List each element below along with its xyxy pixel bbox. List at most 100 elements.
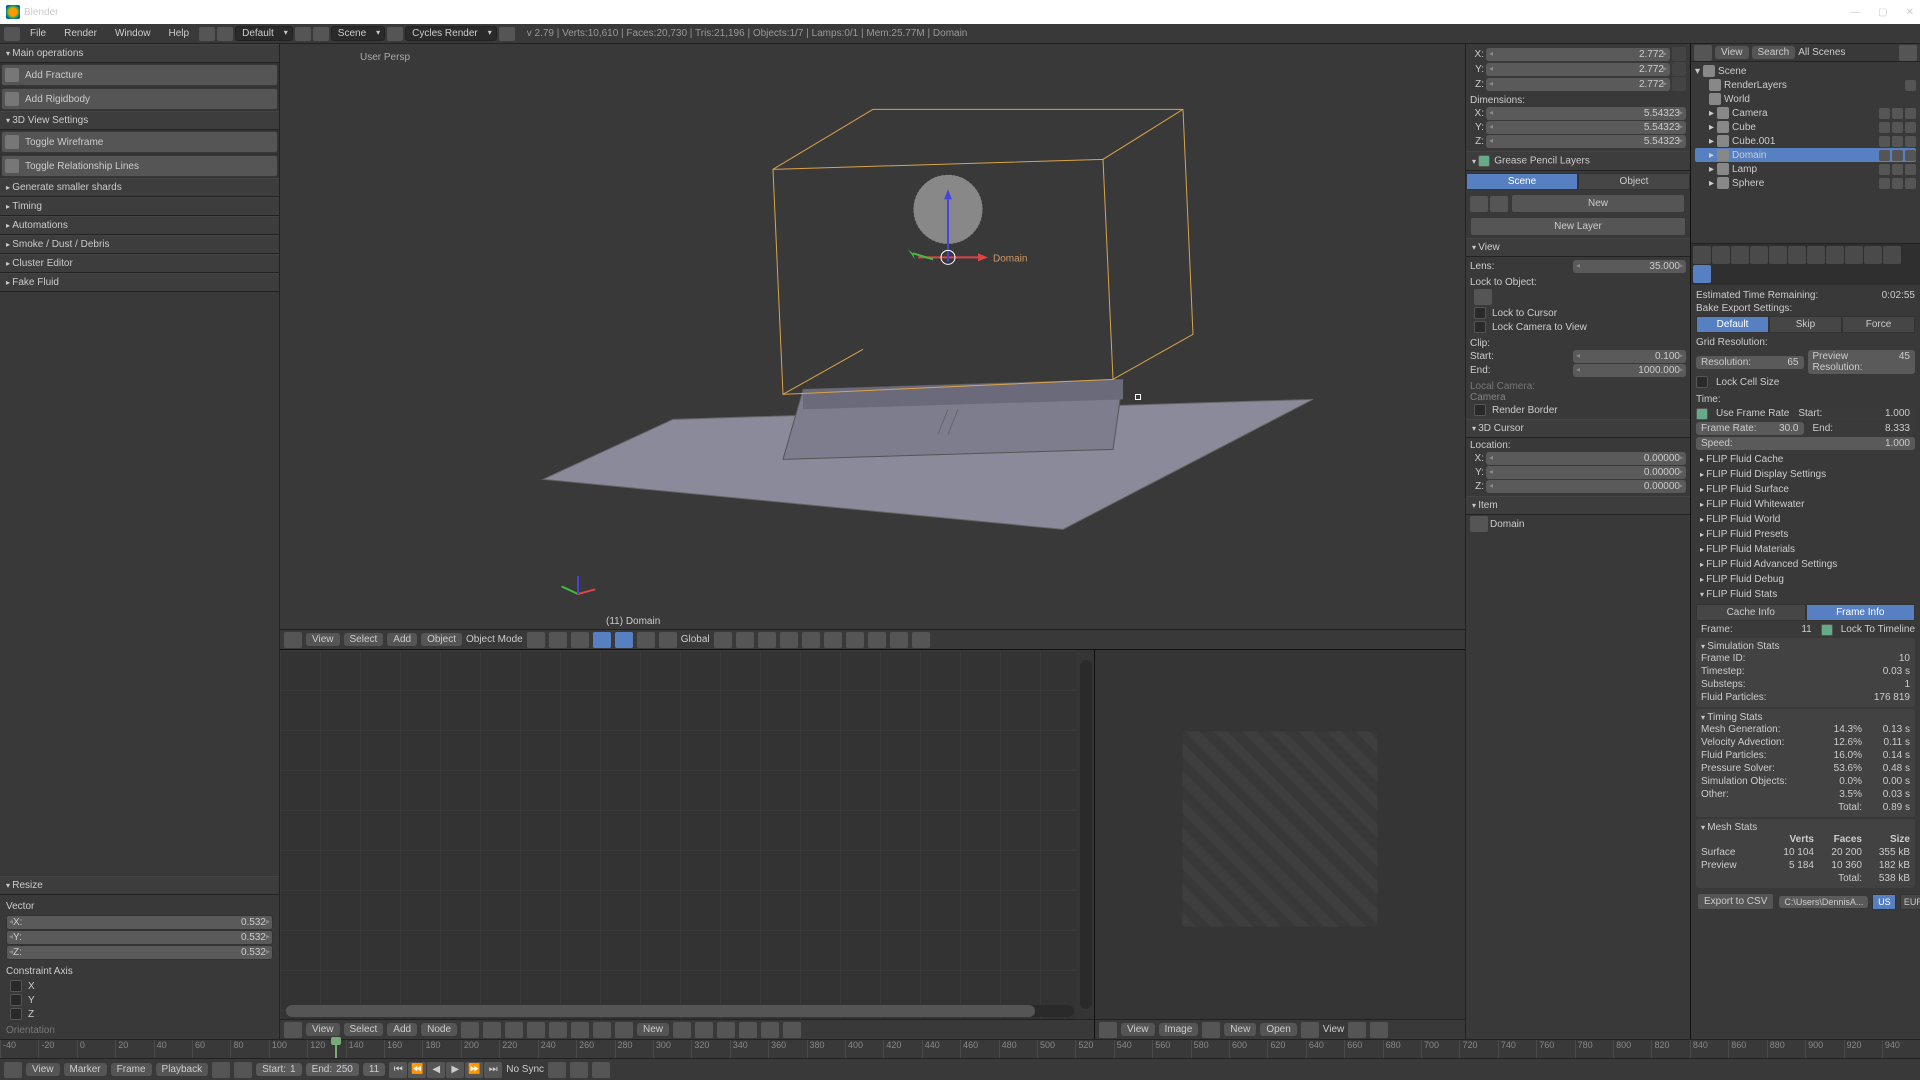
outliner-editor-icon[interactable] bbox=[1694, 45, 1712, 61]
timeline-current-field[interactable]: 11 bbox=[363, 1063, 385, 1076]
section-flip-cache[interactable]: FLIP Fluid Cache bbox=[1696, 452, 1915, 467]
panel-3d-cursor[interactable]: 3D Cursor bbox=[1466, 419, 1690, 438]
timeline-editor-icon[interactable] bbox=[4, 1062, 22, 1078]
lock-y-icon[interactable] bbox=[1672, 62, 1686, 76]
play-forward-icon[interactable]: ▶ bbox=[446, 1062, 464, 1078]
panel-view[interactable]: View bbox=[1466, 238, 1690, 257]
toggle-wireframe-button[interactable]: Toggle Wireframe bbox=[1, 131, 278, 153]
keyframe-prev-icon[interactable]: ⏪ bbox=[408, 1062, 426, 1078]
prop-tab-layers-icon[interactable] bbox=[1712, 246, 1730, 264]
img-channels-icon[interactable] bbox=[1348, 1022, 1366, 1038]
transform-orientation-dropdown[interactable]: Global bbox=[681, 634, 710, 645]
window-maximize-icon[interactable]: ▢ bbox=[1878, 7, 1887, 18]
3d-viewport[interactable]: User Persp Domain bbox=[280, 44, 1465, 629]
opengl-render-icon[interactable] bbox=[890, 632, 908, 648]
node-menu-node[interactable]: Node bbox=[421, 1023, 457, 1036]
mesh-stats-header[interactable]: Mesh Stats bbox=[1701, 822, 1910, 833]
lock-timeline-checkbox[interactable] bbox=[1821, 624, 1833, 636]
outliner-display-dropdown[interactable]: All Scenes bbox=[1798, 47, 1896, 58]
view3d-menu-select[interactable]: Select bbox=[344, 633, 384, 646]
timeline-range-icon[interactable] bbox=[212, 1062, 230, 1078]
transform-y-field[interactable]: 2.772 bbox=[1486, 63, 1670, 76]
dim-y-field[interactable]: 5.54323 bbox=[1486, 121, 1686, 134]
node-tree-type-compositor-icon[interactable] bbox=[483, 1022, 501, 1038]
frame-rate-field[interactable]: Frame Rate:30.0 bbox=[1696, 422, 1804, 435]
img-menu-image[interactable]: Image bbox=[1159, 1023, 1199, 1036]
menu-window[interactable]: Window bbox=[107, 28, 159, 39]
outliner-world[interactable]: World bbox=[1695, 92, 1916, 106]
snap-toggle-icon[interactable] bbox=[824, 632, 842, 648]
local-camera-dropdown[interactable]: Camera bbox=[1470, 392, 1686, 403]
shading-solid-icon[interactable] bbox=[527, 632, 545, 648]
timeline-autoplay-icon[interactable] bbox=[234, 1062, 252, 1078]
timeline-end-field[interactable]: End:250 bbox=[306, 1063, 359, 1076]
manipulator-toggle-icon[interactable] bbox=[593, 632, 611, 648]
node-pin-icon[interactable] bbox=[695, 1022, 713, 1038]
vis-render-icon[interactable] bbox=[1905, 164, 1916, 175]
panel-grease-pencil[interactable]: Grease Pencil Layers bbox=[1466, 151, 1690, 171]
speed-field[interactable]: Speed:1.000 bbox=[1696, 437, 1915, 450]
play-reverse-icon[interactable]: ◀ bbox=[427, 1062, 445, 1078]
constraint-x-checkbox[interactable] bbox=[10, 980, 22, 992]
outliner-filter-icon[interactable] bbox=[1899, 45, 1917, 61]
transform-x-field[interactable]: 2.772 bbox=[1486, 48, 1670, 61]
node-shader-object-icon[interactable] bbox=[527, 1022, 545, 1038]
img-mode-dropdown[interactable]: View bbox=[1323, 1024, 1345, 1035]
shading-wireframe-icon[interactable] bbox=[549, 632, 567, 648]
keyframe-next-icon[interactable]: ⏩ bbox=[465, 1062, 483, 1078]
panel-automations[interactable]: Automations bbox=[0, 216, 279, 235]
layer-2-icon[interactable] bbox=[736, 632, 754, 648]
pivot-center-icon[interactable] bbox=[571, 632, 589, 648]
layer-1-icon[interactable] bbox=[714, 632, 732, 648]
lock-x-icon[interactable] bbox=[1672, 47, 1686, 61]
node-backdrop-icon[interactable] bbox=[717, 1022, 735, 1038]
outliner-cube[interactable]: ▸Cube bbox=[1695, 120, 1916, 134]
scene-browse-icon[interactable] bbox=[313, 27, 329, 41]
lock-cell-checkbox[interactable] bbox=[1696, 376, 1708, 388]
layout-add-icon[interactable] bbox=[295, 27, 311, 41]
vis-render-icon[interactable] bbox=[1905, 122, 1916, 133]
vis-select-icon[interactable] bbox=[1892, 178, 1903, 189]
img-browse-icon[interactable] bbox=[1202, 1022, 1220, 1038]
transform-z-field[interactable]: 2.772 bbox=[1486, 78, 1670, 91]
timeline-ruler[interactable]: -40-200204060801001201401601802002202402… bbox=[0, 1039, 1920, 1058]
lens-field[interactable]: 35.000 bbox=[1573, 260, 1686, 273]
timeline-menu-playback[interactable]: Playback bbox=[156, 1063, 209, 1076]
resolution-field[interactable]: Resolution:65 bbox=[1696, 356, 1804, 369]
vis-select-icon[interactable] bbox=[1892, 108, 1903, 119]
view3d-menu-view[interactable]: View bbox=[306, 633, 340, 646]
layer-5-icon[interactable] bbox=[802, 632, 820, 648]
img-open-button[interactable]: Open bbox=[1260, 1023, 1296, 1036]
section-flip-world[interactable]: FLIP Fluid World bbox=[1696, 512, 1915, 527]
auto-keyframe-icon[interactable] bbox=[548, 1062, 566, 1078]
node-menu-add[interactable]: Add bbox=[387, 1023, 417, 1036]
node-material-sphere-icon[interactable] bbox=[615, 1022, 633, 1038]
timeline-start-field[interactable]: Start:1 bbox=[256, 1063, 301, 1076]
add-rigidbody-button[interactable]: Add Rigidbody bbox=[1, 88, 278, 110]
snap-target-icon[interactable] bbox=[846, 632, 864, 648]
section-flip-display[interactable]: FLIP Fluid Display Settings bbox=[1696, 467, 1915, 482]
image-editor-area[interactable]: View Image New Open View bbox=[1095, 650, 1465, 1039]
node-editor-selector-icon[interactable] bbox=[284, 1022, 302, 1038]
timeline-menu-marker[interactable]: Marker bbox=[64, 1063, 107, 1076]
render-border-checkbox[interactable] bbox=[1474, 404, 1486, 416]
node-shader-world-icon[interactable] bbox=[549, 1022, 567, 1038]
node-use-nodes-icon[interactable] bbox=[673, 1022, 691, 1038]
prop-tab-scene-icon[interactable] bbox=[1731, 246, 1749, 264]
vis-select-icon[interactable] bbox=[1892, 122, 1903, 133]
simulation-stats-header[interactable]: Simulation Stats bbox=[1701, 641, 1910, 652]
node-hscroll[interactable] bbox=[286, 1005, 1074, 1017]
export-path-field[interactable]: C:\Users\DennisA... bbox=[1779, 896, 1868, 908]
scene-add-icon[interactable] bbox=[387, 27, 403, 41]
panel-generate-shards[interactable]: Generate smaller shards bbox=[0, 178, 279, 197]
window-minimize-icon[interactable]: — bbox=[1850, 7, 1860, 18]
outliner-scene[interactable]: ▾Scene bbox=[1695, 64, 1916, 78]
panel-item[interactable]: Item bbox=[1466, 496, 1690, 515]
node-snap-icon[interactable] bbox=[761, 1022, 779, 1038]
constraint-z-checkbox[interactable] bbox=[10, 1008, 22, 1020]
panel-3d-view-settings[interactable]: 3D View Settings bbox=[0, 111, 279, 130]
node-tree-type-texture-icon[interactable] bbox=[505, 1022, 523, 1038]
outliner-lamp[interactable]: ▸Lamp bbox=[1695, 162, 1916, 176]
node-material-browse-icon[interactable] bbox=[593, 1022, 611, 1038]
clip-end-field[interactable]: 1000.000 bbox=[1573, 364, 1686, 377]
